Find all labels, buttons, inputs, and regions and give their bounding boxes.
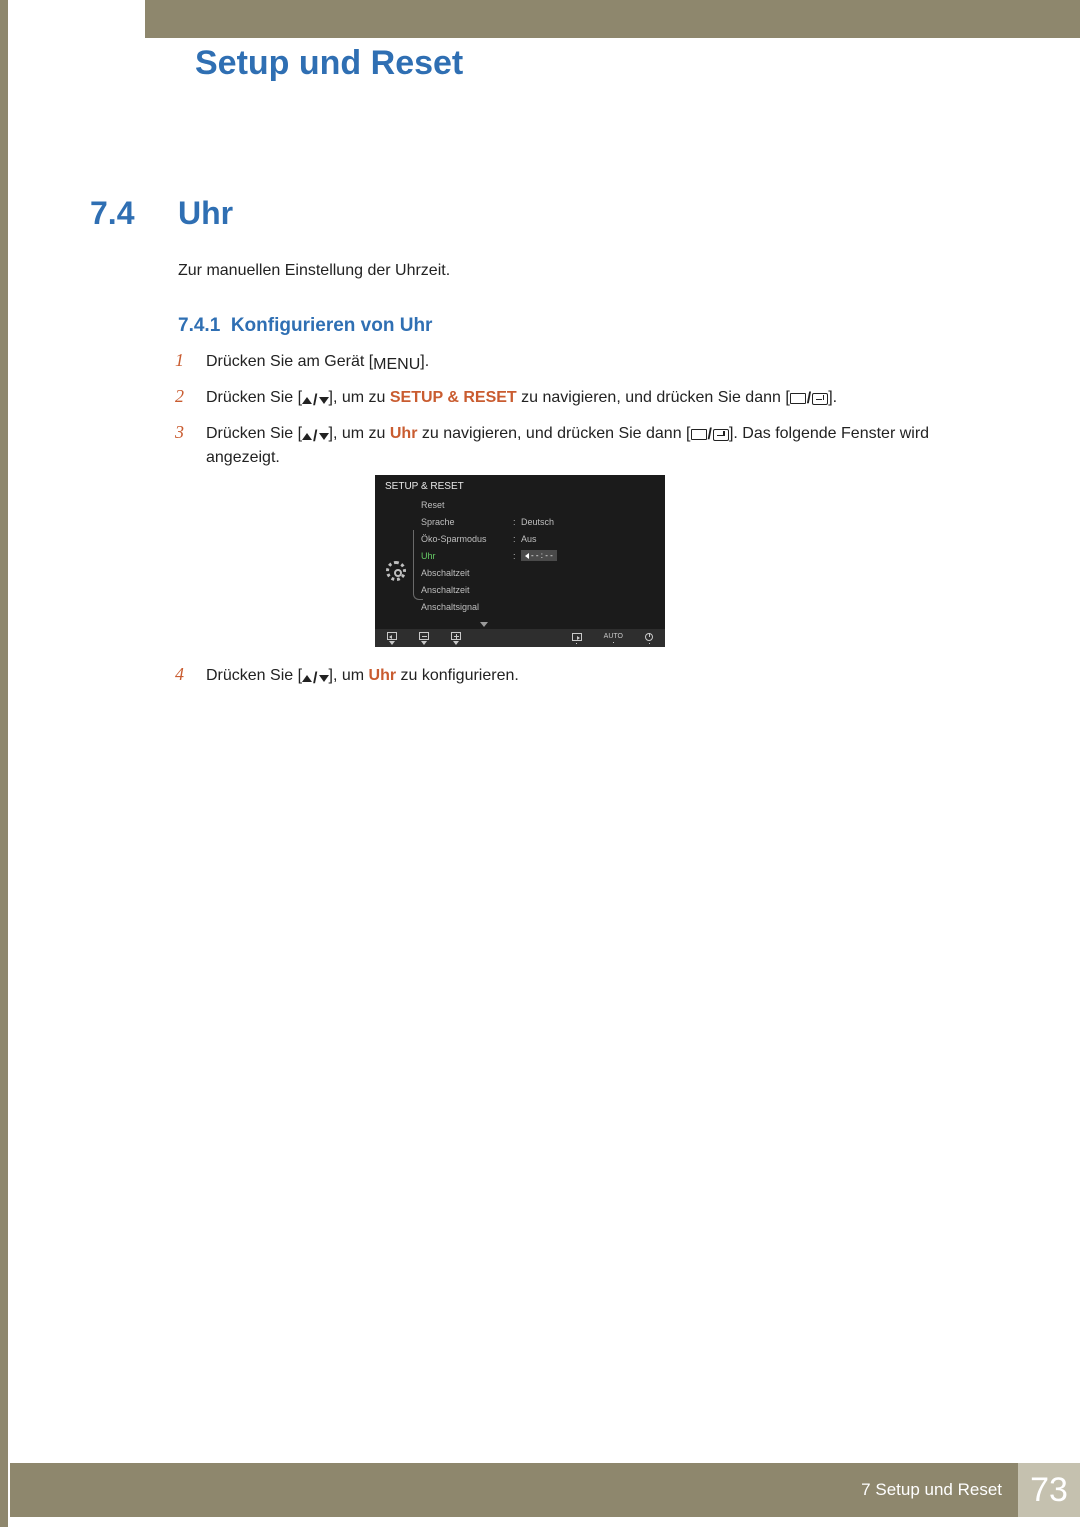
section-description: Zur manuellen Einstellung der Uhrzeit.: [178, 262, 450, 280]
osd-bottom-bar: AUTO: [375, 629, 665, 647]
subsection-heading: 7.4.1 Konfigurieren von Uhr: [178, 315, 432, 337]
up-down-icon: /: [302, 671, 328, 685]
up-down-icon: /: [302, 430, 328, 444]
step-number: 3: [175, 422, 189, 443]
page-title: Setup und Reset: [195, 44, 463, 83]
top-bar: [95, 0, 1080, 38]
power-icon: [645, 633, 653, 641]
step-2: 2 Drücken Sie [/], um zu SETUP & RESET z…: [175, 386, 995, 409]
section-number: 7.4: [90, 195, 134, 232]
step-number: 2: [175, 386, 189, 407]
menu-button-label: MENU: [373, 353, 420, 369]
chapter-tab: [95, 0, 145, 48]
step-1: 1 Drücken Sie am Gerät [MENU].: [175, 350, 995, 373]
up-down-icon: /: [302, 394, 328, 408]
osd-screenshot: SETUP & RESET Reset Sprache:Deutsch Öko-…: [375, 475, 665, 647]
footer-chapter: 7 Setup und Reset: [861, 1463, 1018, 1517]
footer: 7 Setup und Reset 73: [10, 1463, 1080, 1517]
source-enter-icon: /: [790, 392, 828, 406]
gear-icon: [386, 561, 406, 581]
osd-row-selected: Uhr:- - : - -: [417, 547, 655, 564]
osd-title: SETUP & RESET: [375, 475, 665, 496]
section-title: Uhr: [178, 195, 233, 232]
step-number: 4: [175, 664, 189, 685]
chevron-down-icon: [480, 622, 488, 627]
osd-items: Reset Sprache:Deutsch Öko-Sparmodus:Aus …: [417, 496, 665, 615]
step-number: 1: [175, 350, 189, 371]
source-enter-icon: /: [691, 428, 729, 442]
step-4: 4 Drücken Sie [/], um Uhr zu konfigurier…: [175, 664, 995, 687]
step-3: 3 Drücken Sie [/], um zu Uhr zu navigier…: [175, 422, 995, 468]
footer-page-number: 73: [1018, 1463, 1080, 1517]
left-edge-bar: [0, 0, 8, 1527]
